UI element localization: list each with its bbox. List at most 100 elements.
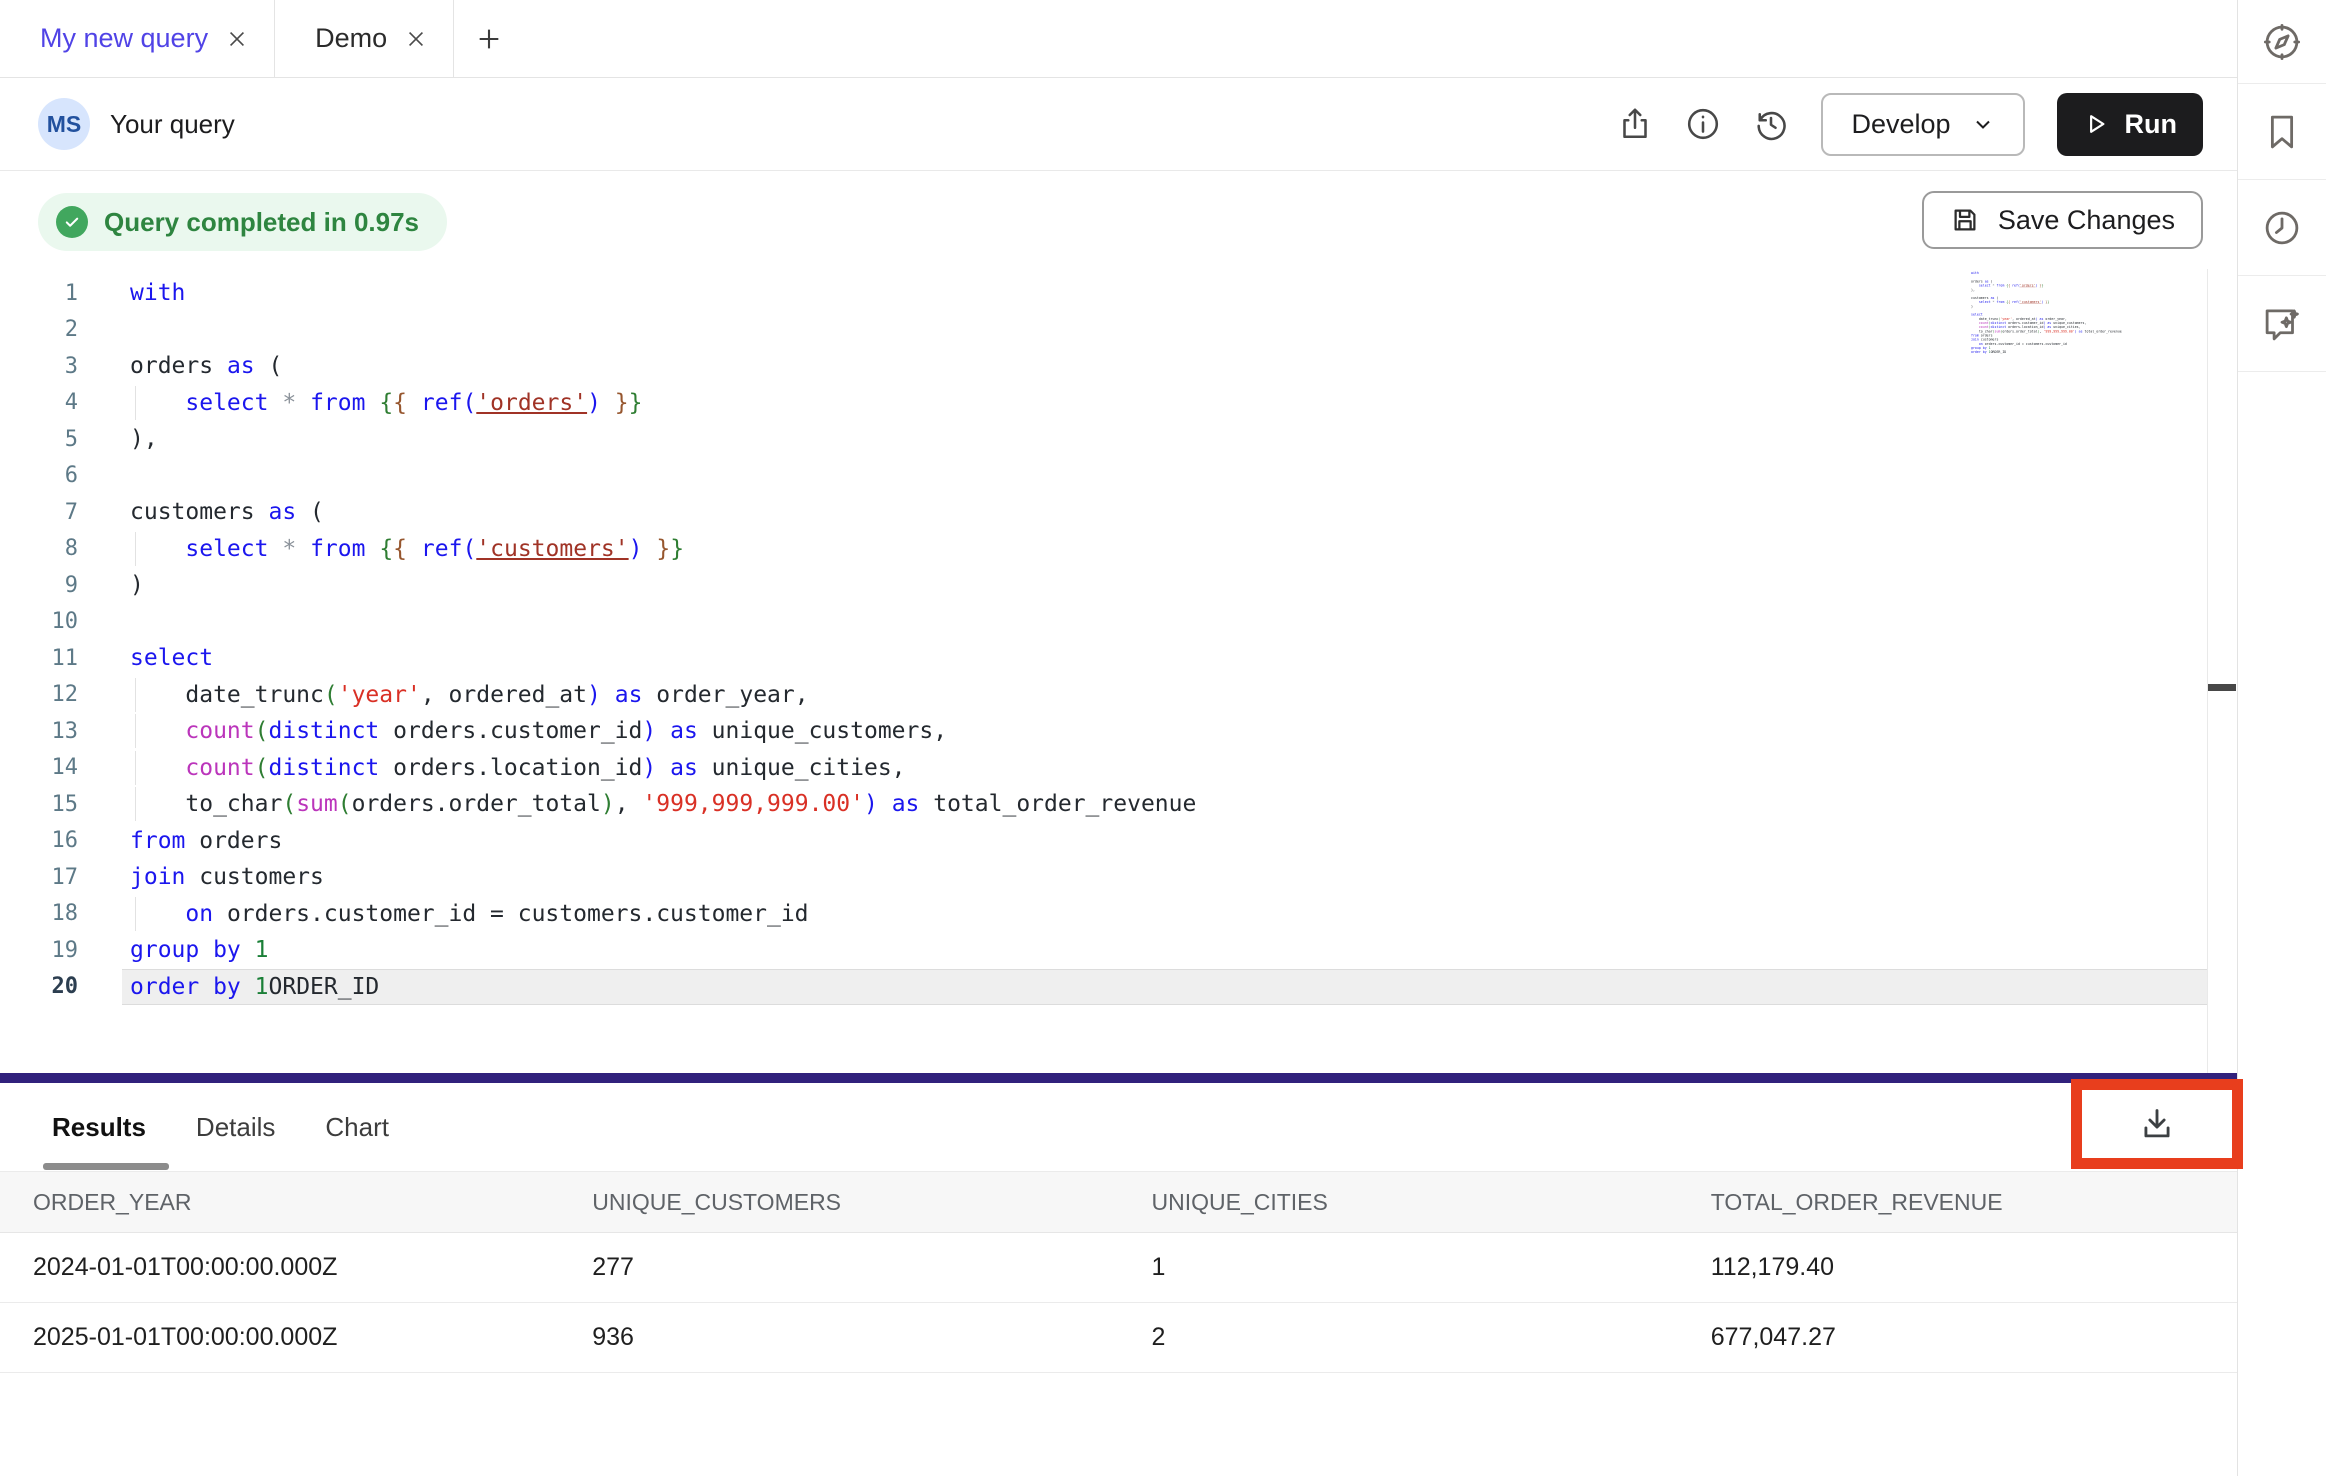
code-line[interactable]: 12 date_trunc('year', ordered_at) as ord… bbox=[0, 677, 2207, 714]
code-line[interactable]: 14 count(distinct orders.location_id) as… bbox=[0, 750, 2207, 787]
line-number: 4 bbox=[0, 390, 78, 415]
code-text: count(distinct orders.customer_id) as un… bbox=[130, 718, 947, 744]
sidebar-item-explore[interactable] bbox=[2238, 0, 2326, 84]
table-row[interactable]: 2024-01-01T00:00:00.000Z2771112,179.40 bbox=[0, 1233, 2237, 1303]
tab-details[interactable]: Details bbox=[196, 1112, 275, 1143]
annotation-highlight-box bbox=[2071, 1079, 2243, 1169]
tab-my-new-query[interactable]: My new query bbox=[0, 0, 275, 77]
line-number: 17 bbox=[0, 865, 78, 890]
editor-scrollbar-track[interactable] bbox=[2207, 269, 2208, 1073]
code-text: select * from {{ ref('customers') }} bbox=[130, 536, 684, 562]
code-text: on orders.customer_id = customers.custom… bbox=[130, 901, 809, 927]
sidebar-item-ai-assistant[interactable] bbox=[2238, 276, 2326, 372]
code-line[interactable]: 15 to_char(sum(orders.order_total), '999… bbox=[0, 786, 2207, 823]
line-number: 16 bbox=[0, 828, 78, 853]
line-number: 5 bbox=[0, 427, 78, 452]
app-window: My new query Demo MS Your query bbox=[0, 0, 2326, 1476]
run-label: Run bbox=[2125, 109, 2177, 140]
tab-demo[interactable]: Demo bbox=[275, 0, 454, 77]
success-check-icon bbox=[56, 206, 88, 238]
code-text: date_trunc('year', ordered_at) as order_… bbox=[130, 682, 809, 708]
table-cell: 2025-01-01T00:00:00.000Z bbox=[0, 1323, 559, 1352]
scrollbar-handle[interactable] bbox=[2208, 684, 2236, 691]
code-line[interactable]: 9) bbox=[0, 567, 2207, 604]
query-history-button[interactable] bbox=[1753, 106, 1789, 142]
save-changes-button[interactable]: Save Changes bbox=[1922, 191, 2203, 249]
table-cell: 1 bbox=[1119, 1253, 1678, 1282]
save-label: Save Changes bbox=[1998, 205, 2175, 236]
sql-editor[interactable]: Query completed in 0.97s Save Changes 1 w… bbox=[0, 171, 2237, 1073]
column-header: UNIQUE_CITIES bbox=[1119, 1189, 1678, 1216]
code-line[interactable]: 19group by 1 bbox=[0, 932, 2207, 969]
line-number: 2 bbox=[0, 317, 78, 342]
share-button[interactable] bbox=[1617, 106, 1653, 142]
info-icon bbox=[1685, 106, 1721, 142]
results-table-body: 2024-01-01T00:00:00.000Z2771112,179.4020… bbox=[0, 1233, 2237, 1373]
code-line[interactable]: 3orders as ( bbox=[0, 348, 2207, 385]
avatar: MS bbox=[38, 98, 90, 150]
plus-icon bbox=[475, 25, 503, 53]
minimap[interactable]: with orders as ( select * from {{ ref('o… bbox=[1971, 271, 2131, 531]
code-lines[interactable]: 1with23orders as (4 select * from {{ ref… bbox=[0, 275, 2207, 1005]
page-title: Your query bbox=[110, 109, 235, 140]
code-line[interactable]: 6 bbox=[0, 458, 2207, 495]
status-text: Query completed in 0.97s bbox=[104, 207, 419, 238]
line-number: 10 bbox=[0, 609, 78, 634]
line-number: 18 bbox=[0, 901, 78, 926]
code-text: ) bbox=[130, 572, 144, 598]
code-text: join customers bbox=[130, 864, 324, 890]
tab-results[interactable]: Results bbox=[52, 1112, 146, 1143]
table-cell: 2024-01-01T00:00:00.000Z bbox=[0, 1253, 559, 1282]
code-line[interactable]: 17 join customers bbox=[0, 859, 2207, 896]
active-tab-indicator bbox=[43, 1163, 169, 1170]
editor-tab-bar: My new query Demo bbox=[0, 0, 2237, 78]
code-text: from orders bbox=[130, 828, 282, 854]
sidebar-item-history[interactable] bbox=[2238, 180, 2326, 276]
code-text: select * from {{ ref('orders') }} bbox=[130, 390, 643, 416]
ai-chat-sparkle-icon bbox=[2261, 303, 2303, 345]
history-icon bbox=[1753, 106, 1789, 142]
line-number: 11 bbox=[0, 646, 78, 671]
code-line[interactable]: 10 bbox=[0, 604, 2207, 641]
new-tab-button[interactable] bbox=[454, 0, 524, 77]
code-line[interactable]: 11select bbox=[0, 640, 2207, 677]
code-line[interactable]: 13 count(distinct orders.customer_id) as… bbox=[0, 713, 2207, 750]
develop-dropdown[interactable]: Develop bbox=[1821, 93, 2024, 156]
share-icon bbox=[1617, 106, 1653, 142]
sidebar-item-bookmarks[interactable] bbox=[2238, 84, 2326, 180]
results-panel: Results Details Chart ORDER_YEAR UNIQUE_C… bbox=[0, 1083, 2237, 1476]
right-sidebar bbox=[2237, 0, 2326, 1476]
code-line[interactable]: 2 bbox=[0, 312, 2207, 349]
code-text: order by 1ORDER_ID bbox=[130, 974, 379, 1000]
line-number: 1 bbox=[0, 281, 78, 306]
code-text: with bbox=[130, 280, 185, 306]
run-button[interactable]: Run bbox=[2057, 93, 2203, 156]
close-icon[interactable] bbox=[226, 28, 248, 50]
code-line[interactable]: 4 select * from {{ ref('orders') }} bbox=[0, 385, 2207, 422]
minimap-code: with orders as ( select * from {{ ref('o… bbox=[1971, 271, 2131, 354]
panel-resize-divider[interactable] bbox=[0, 1073, 2237, 1083]
download-icon[interactable] bbox=[2138, 1105, 2176, 1143]
code-text: group by 1 bbox=[130, 937, 269, 963]
close-icon[interactable] bbox=[405, 28, 427, 50]
query-status-badge: Query completed in 0.97s bbox=[38, 193, 447, 251]
code-line[interactable]: 8 select * from {{ ref('customers') }} bbox=[0, 531, 2207, 568]
code-line[interactable]: 1 with bbox=[0, 275, 2207, 312]
table-row[interactable]: 2025-01-01T00:00:00.000Z9362677,047.27 bbox=[0, 1303, 2237, 1373]
code-line[interactable]: 18 on orders.customer_id = customers.cus… bbox=[0, 896, 2207, 933]
table-cell: 112,179.40 bbox=[1678, 1253, 2237, 1282]
code-line[interactable]: 7customers as ( bbox=[0, 494, 2207, 531]
code-line[interactable]: 20order by 1ORDER_ID bbox=[0, 969, 2207, 1006]
code-line[interactable]: 16 from orders bbox=[0, 823, 2207, 860]
results-tab-bar: Results Details Chart bbox=[0, 1083, 2237, 1171]
column-header: TOTAL_ORDER_REVENUE bbox=[1678, 1189, 2237, 1216]
code-line[interactable]: 5), bbox=[0, 421, 2207, 458]
line-number: 9 bbox=[0, 573, 78, 598]
code-text: to_char(sum(orders.order_total), '999,99… bbox=[130, 791, 1196, 817]
info-button[interactable] bbox=[1685, 106, 1721, 142]
tab-label: My new query bbox=[40, 23, 208, 54]
column-header: ORDER_YEAR bbox=[0, 1189, 559, 1216]
save-icon bbox=[1950, 205, 1980, 235]
tab-chart[interactable]: Chart bbox=[325, 1112, 389, 1143]
table-cell: 277 bbox=[559, 1253, 1118, 1282]
